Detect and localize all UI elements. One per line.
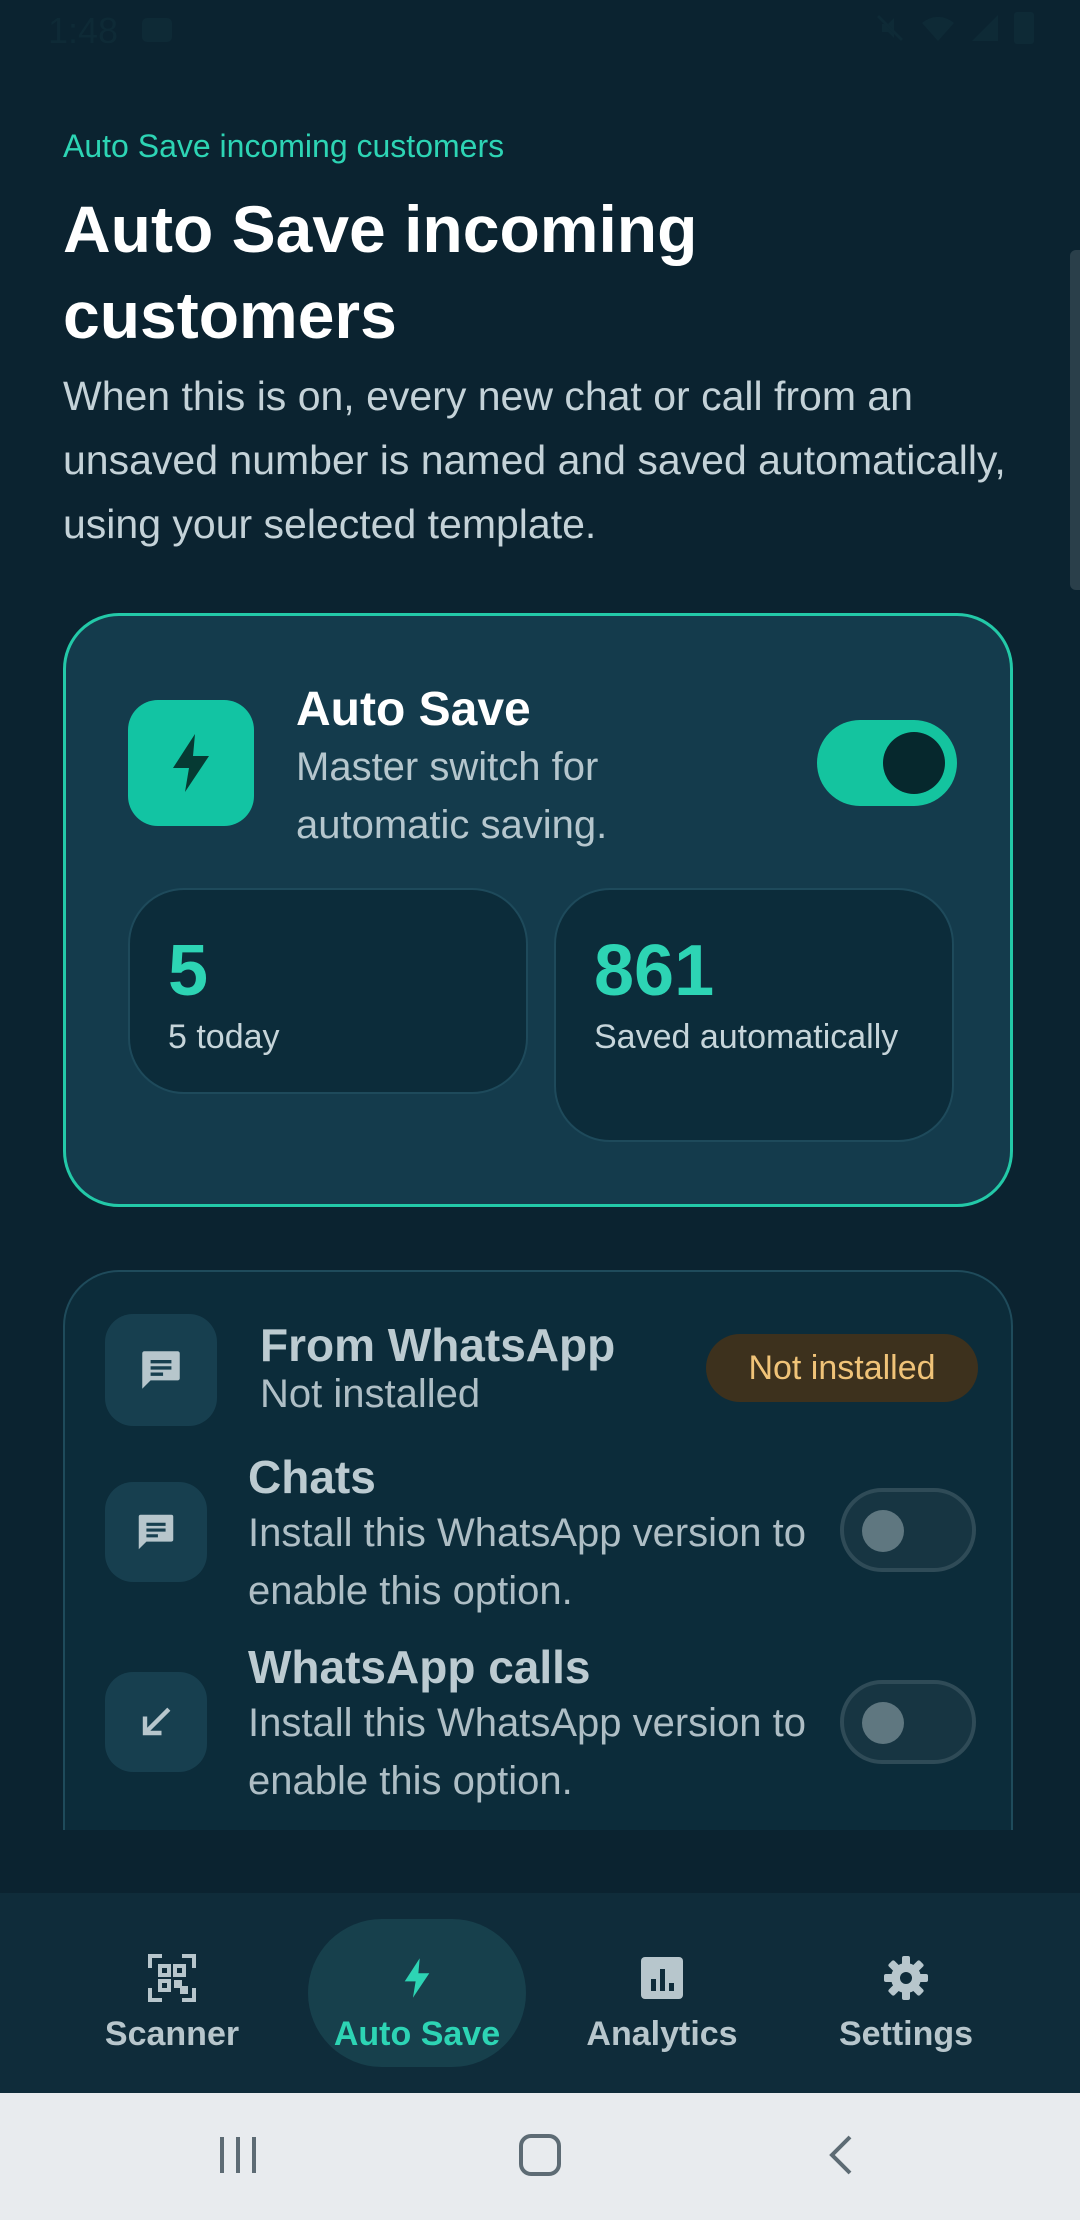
whatsapp-subtitle: Not installed (260, 1372, 481, 1416)
nav-analytics-label: Analytics (586, 2015, 738, 2053)
chats-subtitle: Install this WhatsApp version to enable … (248, 1511, 807, 1613)
status-bar: 1:48 (0, 0, 1080, 62)
stat-total-value: 861 (594, 931, 715, 1011)
gear-icon (884, 1956, 928, 2000)
status-badge: Not installed (706, 1334, 978, 1402)
message-notification-icon (142, 18, 172, 42)
status-icons (874, 12, 1034, 44)
system-navigation-bar (0, 2093, 1080, 2220)
chats-toggle[interactable] (840, 1488, 976, 1572)
page-title: Auto Save incoming customers (63, 192, 698, 352)
chats-tile (105, 1482, 207, 1582)
stat-total-label: Saved automatically (594, 1018, 899, 1056)
analytics-icon (641, 1957, 683, 1999)
bolt-icon (173, 734, 209, 792)
auto-save-tile (128, 700, 254, 826)
nav-settings[interactable]: Settings (806, 1893, 1006, 2093)
nav-scanner-label: Scanner (104, 2015, 240, 2053)
calls-tile (105, 1672, 207, 1772)
master-title: Auto Save (296, 683, 531, 736)
chat-icon (138, 1514, 174, 1550)
stat-today-card: 5 5 today (128, 888, 528, 1094)
calls-subtitle: Install this WhatsApp version to enable … (248, 1701, 807, 1803)
scrollbar[interactable] (1070, 250, 1080, 590)
stat-today-label: 5 today (168, 1018, 280, 1056)
nav-settings-label: Settings (838, 2015, 974, 2053)
battery-icon (1014, 12, 1034, 44)
nav-auto-save[interactable]: Auto Save (308, 1893, 526, 2093)
qr-scanner-icon (148, 1954, 196, 2002)
calls-toggle[interactable] (840, 1680, 976, 1764)
auto-save-master-card: Auto Save Master switch for automatic sa… (63, 613, 1013, 1207)
bottom-navigation: Scanner Auto Save Analytics Settings (0, 1893, 1080, 2093)
page-description: When this is on, every new chat or call … (63, 373, 1006, 547)
stat-total-card: 861 Saved automatically (554, 888, 954, 1142)
toggle-knob (883, 732, 945, 794)
bolt-icon (404, 1958, 430, 1998)
calls-title: WhatsApp calls (248, 1641, 591, 1693)
mute-icon (876, 14, 904, 42)
toggle-knob (862, 1510, 904, 1552)
nav-analytics[interactable]: Analytics (562, 1893, 762, 2093)
section-overline: Auto Save incoming customers (63, 128, 505, 164)
whatsapp-title: From WhatsApp (260, 1319, 616, 1371)
incoming-call-arrow-icon (142, 1707, 171, 1736)
nav-scanner[interactable]: Scanner (72, 1893, 272, 2093)
toggle-knob (862, 1702, 904, 1744)
signal-icon (972, 15, 998, 41)
wifi-icon (922, 16, 954, 41)
nav-auto-save-label: Auto Save (333, 2015, 501, 2053)
master-subtitle: Master switch for automatic saving. (296, 745, 608, 847)
back-button[interactable] (820, 2133, 864, 2177)
stat-today-value: 5 (168, 931, 209, 1011)
recent-apps-button[interactable] (216, 2133, 260, 2177)
chats-title: Chats (248, 1451, 376, 1503)
status-time: 1:48 (48, 10, 119, 51)
auto-save-toggle[interactable] (817, 720, 957, 806)
whatsapp-tile (105, 1314, 217, 1426)
whatsapp-source-card: From WhatsApp Not installed Not installe… (63, 1270, 1013, 1830)
home-button[interactable] (518, 2133, 562, 2177)
chat-icon (142, 1351, 180, 1389)
